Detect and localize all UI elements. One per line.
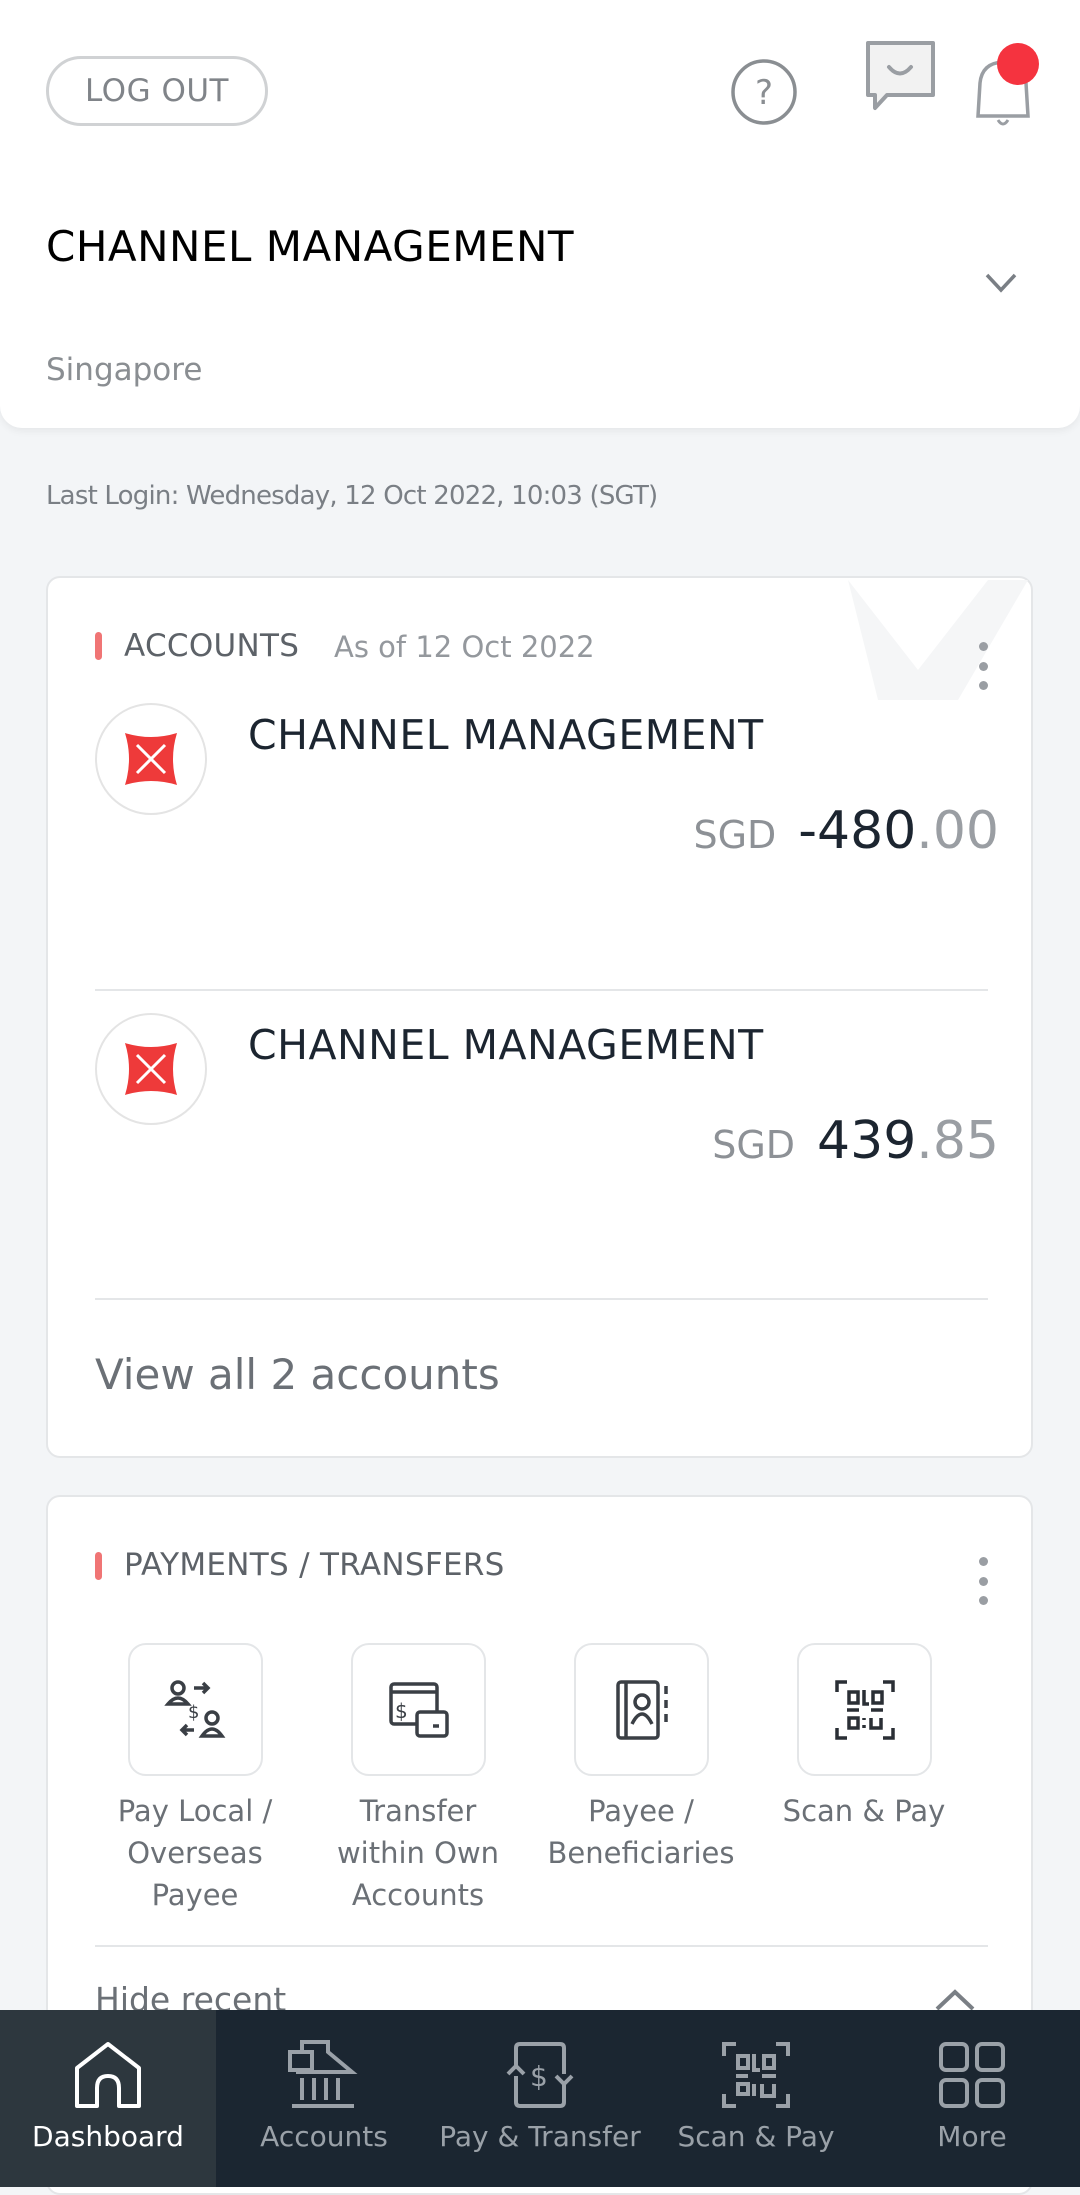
- qr-scan-icon: [722, 2042, 790, 2108]
- tile-payee-beneficiaries[interactable]: Payee / Beneficiaries: [541, 1643, 741, 1874]
- svg-text:$: $: [530, 2060, 548, 2093]
- svg-text:$: $: [395, 1699, 408, 1723]
- logout-button[interactable]: LOG OUT: [46, 56, 268, 126]
- nav-label: Accounts: [260, 2120, 388, 2153]
- nav-label: Scan & Pay: [677, 2120, 835, 2153]
- nav-accounts[interactable]: Accounts: [216, 2010, 432, 2187]
- bank-logo: [95, 1013, 207, 1125]
- amount-decimal: .00: [916, 801, 999, 861]
- qr-scan-icon: [797, 1643, 932, 1776]
- notification-dot: [997, 43, 1039, 85]
- accounts-more-icon[interactable]: [976, 642, 990, 690]
- chevron-down-icon[interactable]: [984, 272, 1018, 294]
- currency: SGD: [712, 1123, 796, 1167]
- bank-icon: [288, 2040, 358, 2108]
- nav-label: Pay & Transfer: [439, 2120, 641, 2153]
- last-login: Last Login: Wednesday, 12 Oct 2022, 10:0…: [46, 481, 658, 511]
- account-row[interactable]: CHANNEL MANAGEMENT SGD 439.85: [48, 1013, 1031, 1293]
- tile-label: Scan & Pay: [782, 1794, 946, 1828]
- company-name: CHANNEL MANAGEMENT: [46, 222, 575, 271]
- tile-label: Pay Local / Overseas Payee: [117, 1794, 273, 1912]
- amount-integer: 439: [817, 1111, 917, 1171]
- nav-more[interactable]: More: [864, 2010, 1080, 2187]
- divider: [95, 1298, 988, 1300]
- grid-icon: [939, 2042, 1005, 2108]
- help-icon[interactable]: ?: [730, 58, 798, 126]
- home-icon: [75, 2042, 141, 2108]
- accounts-as-of: As of 12 Oct 2022: [334, 630, 595, 664]
- tile-scan-pay[interactable]: Scan & Pay: [764, 1643, 964, 1832]
- tile-transfer-own[interactable]: $ Transfer within Own Accounts: [318, 1643, 518, 1916]
- accounts-card: ACCOUNTS As of 12 Oct 2022 CHANNEL MANAG…: [46, 576, 1033, 1458]
- account-name: CHANNEL MANAGEMENT: [248, 711, 764, 759]
- payments-title: PAYMENTS / TRANSFERS: [124, 1547, 505, 1583]
- tile-label: Transfer within Own Accounts: [336, 1794, 500, 1912]
- tile-pay-payee[interactable]: $ Pay Local / Overseas Payee: [95, 1643, 295, 1916]
- address-book-icon: [574, 1643, 709, 1776]
- svg-text:?: ?: [755, 73, 773, 113]
- nav-dashboard[interactable]: Dashboard: [0, 2010, 216, 2187]
- amount-integer: -480: [798, 801, 917, 861]
- section-accent: [95, 632, 102, 660]
- header-card: LOG OUT ? CHANNEL MANAGEMENT Singapore: [0, 0, 1080, 428]
- account-balance: SGD -480.00: [693, 801, 999, 861]
- divider: [95, 1945, 988, 1947]
- nav-scan-pay[interactable]: Scan & Pay: [648, 2010, 864, 2187]
- payments-more-icon[interactable]: [976, 1557, 990, 1605]
- account-row[interactable]: CHANNEL MANAGEMENT SGD -480.00: [48, 703, 1031, 983]
- account-balance: SGD 439.85: [712, 1111, 999, 1171]
- country-label: Singapore: [46, 352, 203, 388]
- currency: SGD: [693, 813, 777, 857]
- pay-transfer-icon: $: [506, 2042, 574, 2108]
- chat-icon[interactable]: [865, 40, 937, 112]
- pay-payee-icon: $: [128, 1643, 263, 1776]
- bank-logo: [95, 703, 207, 815]
- divider: [95, 989, 988, 991]
- bottom-nav: Dashboard Accounts $ Pay & Transfer Scan…: [0, 2010, 1080, 2187]
- nav-label: Dashboard: [32, 2120, 184, 2153]
- svg-text:$: $: [188, 1702, 199, 1723]
- amount-decimal: .85: [916, 1111, 999, 1171]
- transfer-own-icon: $: [351, 1643, 486, 1776]
- section-accent: [95, 1552, 102, 1580]
- tile-label: Payee / Beneficiaries: [547, 1794, 735, 1870]
- nav-label: More: [937, 2120, 1007, 2153]
- accounts-title: ACCOUNTS: [124, 628, 300, 664]
- nav-pay-transfer[interactable]: $ Pay & Transfer: [432, 2010, 648, 2187]
- account-name: CHANNEL MANAGEMENT: [248, 1021, 764, 1069]
- bell-icon[interactable]: [968, 38, 1046, 128]
- view-all-accounts-link[interactable]: View all 2 accounts: [95, 1350, 500, 1399]
